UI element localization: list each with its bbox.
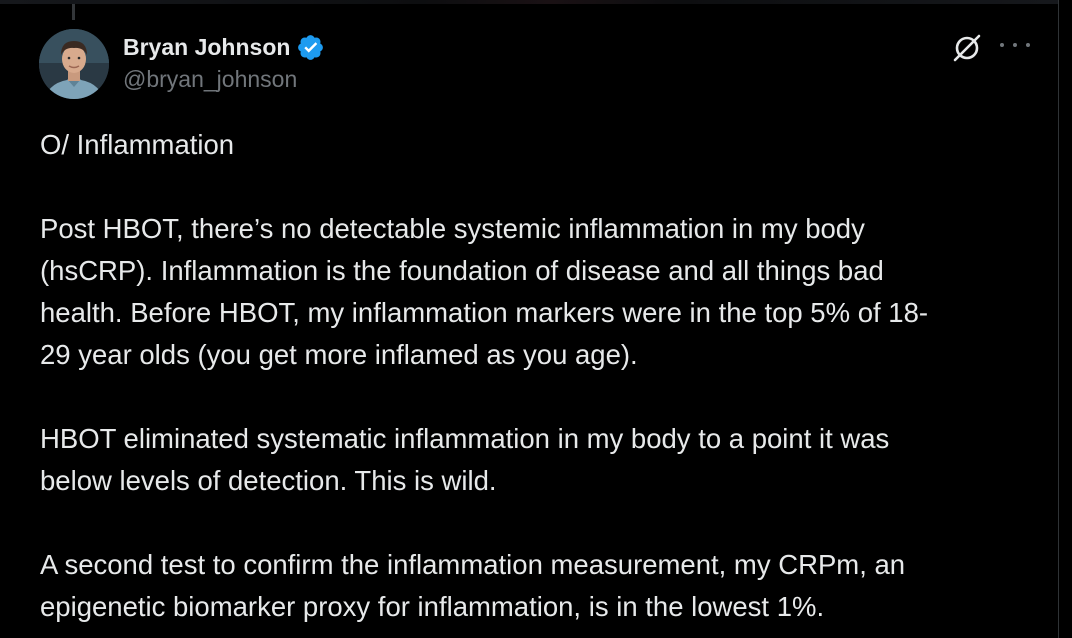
more-options-icon[interactable]	[1000, 33, 1030, 57]
author-name-row[interactable]: Bryan Johnson	[123, 31, 325, 63]
avatar-photo	[39, 29, 109, 99]
tweet-line: (hsCRP). Inflammation is the foundation …	[40, 255, 884, 286]
tweet-line: HBOT eliminated systematic inflammation …	[40, 423, 890, 454]
author-display-name[interactable]: Bryan Johnson	[123, 34, 290, 61]
tweet-line: O/ Inflammation	[40, 129, 235, 160]
grok-icon[interactable]	[951, 31, 983, 63]
top-divider	[0, 0, 1058, 4]
tweet-line: A second test to confirm the inflammatio…	[40, 549, 906, 580]
tweet-line: epigenetic biomarker proxy for inflammat…	[40, 591, 825, 622]
tweet-line: health. Before HBOT, my inflammation mar…	[40, 297, 929, 328]
tweet-text: O/ Inflammation Post HBOT, there’s no de…	[40, 124, 1045, 628]
author-handle[interactable]: @bryan_johnson	[123, 66, 297, 93]
thread-connector-line	[72, 4, 75, 20]
card-right-border	[1058, 0, 1059, 638]
tweet-line: Post HBOT, there’s no detectable systemi…	[40, 213, 865, 244]
avatar[interactable]	[39, 29, 109, 99]
verified-badge-icon[interactable]	[296, 33, 325, 62]
tweet-line: 29 year olds (you get more inflamed as y…	[40, 339, 638, 370]
tweet-line: below levels of detection. This is wild.	[40, 465, 497, 496]
tweet-card[interactable]: Bryan Johnson @bryan_johnson O/ Inflamma…	[0, 0, 1058, 638]
